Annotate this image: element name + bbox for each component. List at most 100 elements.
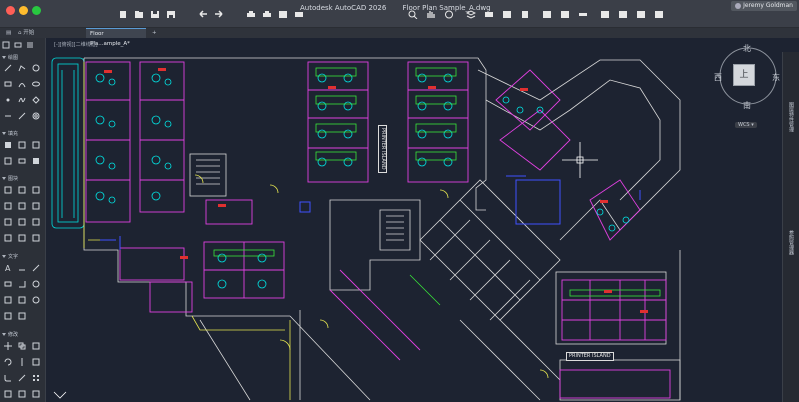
dim-linear-icon[interactable] (4, 296, 12, 304)
match-properties-icon[interactable] (520, 10, 530, 19)
gradient-icon[interactable] (18, 141, 26, 149)
xline-icon[interactable] (4, 112, 12, 120)
dim-continue-icon[interactable] (18, 296, 26, 304)
design-center-icon[interactable] (636, 10, 646, 19)
mirror-icon[interactable] (18, 358, 26, 366)
open-file-icon[interactable] (134, 10, 144, 19)
dim-aligned-icon[interactable] (4, 280, 12, 288)
rotate-icon[interactable] (4, 358, 12, 366)
section-modify[interactable]: 修改 (2, 331, 18, 338)
measure-icon[interactable] (578, 10, 588, 19)
panel-list-icon[interactable] (26, 41, 34, 49)
scale-icon[interactable] (32, 358, 40, 366)
offset-icon[interactable] (4, 390, 12, 398)
publish-icon[interactable] (278, 10, 288, 19)
tool-palette-icon[interactable] (618, 10, 628, 19)
hatch-icon[interactable] (4, 141, 12, 149)
orbit-icon[interactable] (444, 10, 454, 19)
erase-icon[interactable] (32, 390, 40, 398)
dwf-icon[interactable] (32, 234, 40, 242)
mtext-icon[interactable]: A (4, 264, 12, 272)
table-icon[interactable] (32, 157, 40, 165)
edit-attribute-icon[interactable] (18, 202, 26, 210)
section-text[interactable]: 文字 (2, 253, 18, 260)
attribute-icon[interactable] (4, 202, 12, 210)
pdf-icon[interactable] (18, 234, 26, 242)
viewcube-top-face[interactable]: 上 (733, 64, 755, 86)
add-tab-icon[interactable]: + (148, 28, 161, 38)
insert-block-icon[interactable] (4, 186, 12, 194)
pan-hand-icon[interactable] (426, 10, 436, 19)
reference-manager-tab[interactable]: 参照管理器 (788, 230, 795, 255)
dim-angular-icon[interactable] (18, 280, 26, 288)
compass-east[interactable]: 东 (772, 72, 780, 83)
batch-plot-icon[interactable] (262, 10, 272, 19)
save-icon[interactable] (150, 10, 160, 19)
dim-radius-icon[interactable] (32, 280, 40, 288)
image-icon[interactable] (4, 234, 12, 242)
section-draw[interactable]: 绘图 (2, 54, 18, 61)
visual-style[interactable]: 二维线框 (76, 42, 96, 48)
wcs-menu[interactable]: WCS ▾ (735, 122, 757, 128)
dim-baseline-icon[interactable] (32, 296, 40, 304)
dimension-icon[interactable] (18, 264, 26, 272)
table-text-icon[interactable] (4, 312, 12, 320)
block-icon[interactable] (542, 10, 552, 19)
view-name[interactable]: 俯视 (62, 42, 72, 48)
section-hatch[interactable]: 填充 (2, 130, 18, 137)
redo-icon[interactable] (214, 10, 224, 19)
drawing-canvas[interactable]: PRINTER ISLAND PRINTER ISLAND (47, 52, 782, 402)
field-icon[interactable] (18, 312, 26, 320)
layer-properties-tab[interactable]: 图层特性管理 (788, 102, 795, 132)
fillet-icon[interactable] (4, 374, 12, 382)
edit-block-icon[interactable] (32, 186, 40, 194)
tab-start[interactable]: ⌂ 开始 (14, 28, 38, 38)
viewport-controls[interactable]: [-][俯视][二维线框] (54, 41, 98, 48)
create-block-icon[interactable] (18, 186, 26, 194)
panel-grid-icon[interactable] (2, 41, 10, 49)
attach-icon[interactable] (32, 218, 40, 226)
rectangle-icon[interactable] (4, 80, 12, 88)
user-account-button[interactable]: Jeremy Goldman (731, 1, 797, 11)
plot-icon[interactable] (246, 10, 256, 19)
tab-floor-plan[interactable]: Floor Pla...ample_A* (86, 28, 146, 47)
trim-icon[interactable] (18, 374, 26, 382)
new-file-icon[interactable] (118, 10, 128, 19)
line-icon[interactable] (4, 64, 12, 72)
point-icon[interactable] (4, 96, 12, 104)
minimize-window-button[interactable] (19, 6, 28, 15)
insert-icon[interactable] (560, 10, 570, 19)
xref-icon[interactable] (4, 218, 12, 226)
explode-icon[interactable] (18, 390, 26, 398)
panel-layers-icon[interactable] (14, 41, 22, 49)
clip-icon[interactable] (18, 218, 26, 226)
close-window-button[interactable] (6, 6, 15, 15)
stretch-icon[interactable] (32, 342, 40, 350)
ray-icon[interactable] (18, 112, 26, 120)
leader-icon[interactable] (32, 264, 40, 272)
zoom-window-button[interactable] (32, 6, 41, 15)
region-icon[interactable] (4, 157, 12, 165)
wipeout-icon[interactable] (18, 157, 26, 165)
block-manager-icon[interactable] (32, 202, 40, 210)
section-block[interactable]: 图块 (2, 175, 18, 182)
compass-west[interactable]: 西 (714, 72, 722, 83)
layer-state-icon[interactable] (484, 10, 494, 19)
array-icon[interactable] (32, 374, 40, 382)
move-icon[interactable] (4, 342, 12, 350)
polygon-icon[interactable] (32, 96, 40, 104)
layers-icon[interactable] (466, 10, 476, 19)
donut-icon[interactable] (32, 112, 40, 120)
save-as-icon[interactable] (166, 10, 176, 19)
ellipse-icon[interactable] (32, 80, 40, 88)
spline-icon[interactable] (18, 96, 26, 104)
copy-icon[interactable] (18, 342, 26, 350)
compass-north[interactable]: 北 (743, 43, 751, 54)
sheet-set-icon[interactable] (654, 10, 664, 19)
zoom-icon[interactable] (408, 10, 418, 19)
properties-icon[interactable] (502, 10, 512, 19)
arc-icon[interactable] (18, 80, 26, 88)
compass-south[interactable]: 南 (743, 100, 751, 111)
polyline-icon[interactable] (18, 64, 26, 72)
palette-icon[interactable] (600, 10, 610, 19)
